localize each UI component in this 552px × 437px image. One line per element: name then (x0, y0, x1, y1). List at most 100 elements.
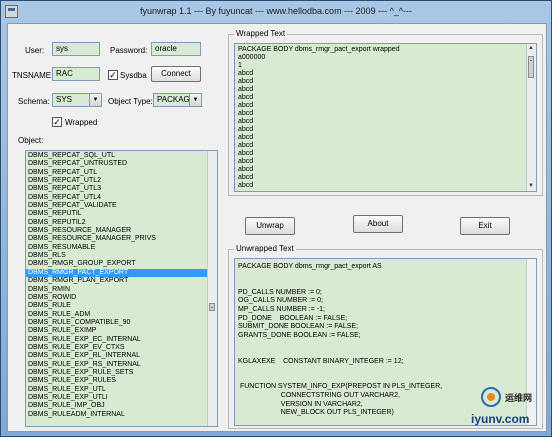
sysdba-checkbox[interactable]: ✓ (108, 70, 118, 80)
object-list-item[interactable]: DBMS_RESUMABLE (26, 244, 208, 252)
password-input[interactable]: oracle (151, 42, 201, 56)
object-list-item[interactable]: DBMS_REPCAT_VALIDATE (26, 202, 208, 210)
app-window: fyunwrap 1.1 --- By fuyuncat --- www.hel… (0, 0, 552, 437)
watermark-url: iyunv.com (471, 412, 530, 426)
object-list-item[interactable]: DBMS_RULEADM_INTERNAL (26, 411, 208, 419)
object-list-item[interactable]: DBMS_ROWID (26, 294, 208, 302)
wrapped-text-line: abcd (238, 134, 254, 141)
object-list-scrollbar[interactable] (207, 151, 217, 426)
object-list-item[interactable]: DBMS_REPCAT_UTL (26, 169, 208, 177)
object-label: Object: (18, 136, 44, 145)
unwrapped-text-line (235, 375, 527, 384)
about-button[interactable]: About (353, 215, 403, 233)
dropdown-arrow-icon[interactable]: ▼ (189, 94, 201, 106)
wrapped-text-line: abcd (238, 102, 254, 109)
wrapped-textarea[interactable]: PACKAGE BODY dbms_rmgr_pact_export wrapp… (234, 43, 537, 192)
object-list-item[interactable]: DBMS_RULE_EXP_UTLI (26, 394, 208, 402)
wrapped-text-line: 1 (238, 62, 242, 69)
object-list-item[interactable]: DBMS_RULE_ADM (26, 311, 208, 319)
scroll-up-icon[interactable]: ▲ (527, 44, 535, 53)
wrapped-label: Wrapped (65, 118, 98, 127)
object-list-item[interactable]: DBMS_RULE_EXP_RULE_SETS (26, 369, 208, 377)
wrapped-text-line: abcd (238, 94, 254, 101)
object-list-item[interactable]: DBMS_RMGR_PLAN_EXPORT (26, 277, 208, 285)
object-list[interactable]: DBMS_REPCAT_SQL_UTL DBMS_REPCAT_UNTRUSTED… (25, 150, 218, 427)
object-list-item[interactable]: DBMS_REPCAT_UTL3 (26, 185, 208, 193)
dropdown-arrow-icon[interactable]: ▼ (89, 94, 101, 106)
object-list-item[interactable]: DBMS_RULE_EXIMP (26, 327, 208, 335)
object-list-item[interactable]: DBMS_REPCAT_UNTRUSTED (26, 160, 208, 168)
watermark-logo-icon (481, 387, 501, 407)
wrapped-text-line: abcd (238, 70, 254, 77)
wrapped-checkbox[interactable]: ✓ (52, 117, 62, 127)
object-list-item[interactable]: DBMS_REPCAT_UTL2 (26, 177, 208, 185)
object-list-item[interactable]: DBMS_RLS (26, 252, 208, 260)
connect-button[interactable]: Connect (151, 66, 201, 82)
object-list-item[interactable]: DBMS_RMGR_GROUP_EXPORT (26, 260, 208, 268)
object-list-item[interactable]: DBMS_RULE_IMP_OBJ (26, 402, 208, 410)
object-type-label: Object Type: (108, 97, 153, 106)
object-list-item[interactable]: DBMS_REPUTIL2 (26, 219, 208, 227)
unwrapped-text-line: OG_CALLS NUMBER := 0; (238, 297, 324, 305)
unwrap-button[interactable]: Unwrap (245, 217, 295, 235)
wrapped-text-group: Wrapped Text PACKAGE BODY dbms_rmgr_pact… (228, 29, 543, 196)
unwrapped-text-line: PACKAGE BODY dbms_rmgr_pact_export AS (238, 263, 382, 270)
wrapped-text-line: abcd (238, 158, 254, 165)
unwrapped-text-line: SUBMIT_DONE BOOLEAN := FALSE; (238, 323, 359, 331)
scrollbar-thumb[interactable] (528, 56, 534, 78)
scrollbar-thumb[interactable] (209, 303, 215, 311)
unwrapped-text-line: PD_CALLS NUMBER := 0; (238, 288, 322, 296)
object-list-item[interactable]: DBMS_RULE_EXP_EV_CTXS (26, 344, 208, 352)
object-list-item[interactable]: DBMS_RULE_EXP_RS_INTERNAL (26, 361, 208, 369)
check-icon: ✓ (109, 70, 117, 80)
unwrapped-text-line (235, 366, 527, 375)
object-list-item[interactable]: DBMS_RMIN (26, 286, 208, 294)
watermark: 运维网 iyunv.com (469, 385, 549, 435)
sysdba-label: Sysdba (120, 71, 147, 80)
tnsname-label: TNSNAME: (12, 71, 54, 80)
wrapped-text-line: abcd (238, 126, 254, 133)
wrapped-text-line: abcd (238, 110, 254, 117)
object-list-item[interactable]: DBMS_RULE_EXP_RULES (26, 377, 208, 385)
user-label: User: (25, 46, 45, 55)
scroll-down-icon[interactable]: ▼ (527, 182, 535, 191)
tnsname-input[interactable]: RAC (52, 67, 100, 81)
title-bar[interactable]: fyunwrap 1.1 --- By fuyuncat --- www.hel… (1, 1, 551, 23)
object-list-item[interactable]: DBMS_RULE_EXP_UTL (26, 386, 208, 394)
unwrapped-text-line: PD_DONE BOOLEAN := FALSE; (238, 314, 348, 322)
schema-select[interactable]: SYS ▼ (52, 93, 102, 107)
unwrapped-text-line (235, 280, 527, 289)
wrapped-text-label: Wrapped Text (234, 29, 288, 38)
unwrapped-text-line (235, 340, 527, 349)
wrapped-text-line: abcd (238, 182, 254, 189)
object-list-item[interactable]: DBMS_REPUTIL (26, 210, 208, 218)
object-list-item[interactable]: DBMS_REPCAT_UTL4 (26, 194, 208, 202)
wrapped-text-line: PACKAGE BODY dbms_rmgr_pact_export wrapp… (238, 46, 400, 53)
check-icon: ✓ (53, 117, 61, 127)
exit-button[interactable]: Exit (460, 217, 510, 235)
window-title: fyunwrap 1.1 --- By fuyuncat --- www.hel… (139, 6, 413, 16)
watermark-site-name: 运维网 (505, 393, 533, 403)
wrapped-text-line: abcd (238, 150, 254, 157)
user-input[interactable]: sys (52, 42, 100, 56)
object-list-item[interactable]: DBMS_RMGR_PACT_EXPORT (26, 268, 208, 278)
wrapped-text-line: abcd (238, 174, 254, 181)
unwrapped-text-line (235, 349, 527, 358)
wrapped-text-line: abcd (238, 86, 254, 93)
object-list-item[interactable]: DBMS_RULE_COMPATIBLE_90 (26, 319, 208, 327)
wrapped-text-scrollbar[interactable]: ▲ ▼ (526, 44, 536, 191)
object-list-item[interactable]: DBMS_RESOURCE_MANAGER (26, 227, 208, 235)
unwrapped-text-line: GRANTS_DONE BOOLEAN := FALSE; (238, 331, 361, 339)
object-list-item[interactable]: DBMS_REPCAT_SQL_UTL (26, 152, 208, 160)
object-list-item[interactable]: DBMS_RULE_EXP_EC_INTERNAL (26, 336, 208, 344)
wrapped-text-line: abcd (238, 118, 254, 125)
object-list-item[interactable]: DBMS_RULE_EXP_RL_INTERNAL (26, 352, 208, 360)
unwrapped-text-line (235, 272, 527, 281)
password-label: Password: (110, 46, 148, 55)
object-list-item[interactable]: DBMS_RESOURCE_MANAGER_PRIVS (26, 235, 208, 243)
wrapped-text-line: a000000 (238, 54, 266, 61)
object-list-item[interactable]: DBMS_RULE (26, 302, 208, 310)
wrapped-text-line: abcd (238, 78, 254, 85)
schema-value: SYS (56, 95, 73, 104)
object-type-select[interactable]: PACKAGE B ▼ (153, 93, 202, 107)
